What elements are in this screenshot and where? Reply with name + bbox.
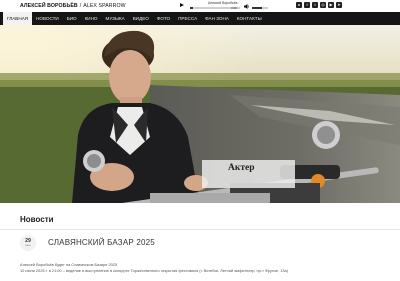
facebook-icon[interactable]: f (304, 2, 310, 8)
post-date-month: июн (25, 244, 31, 247)
nav-item-3[interactable]: КИНО (81, 12, 102, 25)
post-date-badge: 29 июн (20, 235, 36, 251)
hero-banner: Актер (0, 25, 400, 203)
instagram-icon[interactable]: ◎ (320, 2, 326, 8)
brand-separator: / (79, 3, 82, 9)
nav-item-5[interactable]: ВИДЕО (129, 12, 153, 25)
brand-name: АЛЕКСЕЙ ВОРОБЬЁВ (20, 3, 78, 9)
player-track-name: Алексей Воробьёв (208, 1, 238, 5)
hero-caption[interactable]: Актер (202, 160, 295, 188)
telegram-icon[interactable]: ➤ (336, 2, 342, 8)
site-logo[interactable]: АЛЕКСЕЙ ВОРОБЬЁВ / ALEX SPARROW (20, 3, 126, 9)
brand-alias: ALEX SPARROW (83, 3, 126, 9)
nav-item-1[interactable]: НОВОСТИ (32, 12, 63, 25)
nav-item-8[interactable]: ФАН ЗОНА (201, 12, 233, 25)
nav-item-9[interactable]: КОНТАКТЫ (233, 12, 266, 25)
player-progress-fill (190, 7, 193, 9)
main-nav: ГЛАВНАЯ НОВОСТИ БИО КИНО МУЗЫКА ВИДЕО ФОТО ПРЕС… (0, 12, 400, 25)
volume-slider[interactable] (252, 7, 268, 9)
audio-player: Алексей Воробьёв 0:00 (180, 1, 280, 12)
speaker-icon[interactable] (244, 4, 250, 9)
volume-fill (252, 7, 262, 9)
top-header: АЛЕКСЕЙ ВОРОБЬЁВ / ALEX SPARROW Алексей Во… (0, 0, 400, 12)
nav-item-6[interactable]: ФОТО (153, 12, 174, 25)
post-excerpt-line: Алексей Воробьёв будет на Славянском Баз… (20, 262, 118, 267)
nav-item-0[interactable]: ГЛАВНАЯ (3, 12, 33, 25)
nav-item-7[interactable]: ПРЕССА (174, 12, 201, 25)
twitter-icon[interactable]: t (312, 2, 318, 8)
youtube-icon[interactable]: ▶ (328, 2, 334, 8)
news-divider (0, 229, 400, 230)
social-links: в f t ◎ ▶ ➤ (296, 2, 342, 10)
post-excerpt-line: 10 июля 2025 г. в 21:00 – ведение и выст… (20, 268, 288, 273)
vk-icon[interactable]: в (296, 2, 302, 8)
news-section-title: Новости (20, 215, 54, 224)
hero-photo (0, 25, 400, 203)
nav-item-2[interactable]: БИО (63, 12, 81, 25)
play-icon[interactable] (180, 3, 184, 7)
post-title-link[interactable]: СЛАВЯНСКИЙ БАЗАР 2025 (48, 238, 155, 247)
player-time: 0:00 (231, 6, 237, 10)
nav-item-4[interactable]: МУЗЫКА (102, 12, 129, 25)
